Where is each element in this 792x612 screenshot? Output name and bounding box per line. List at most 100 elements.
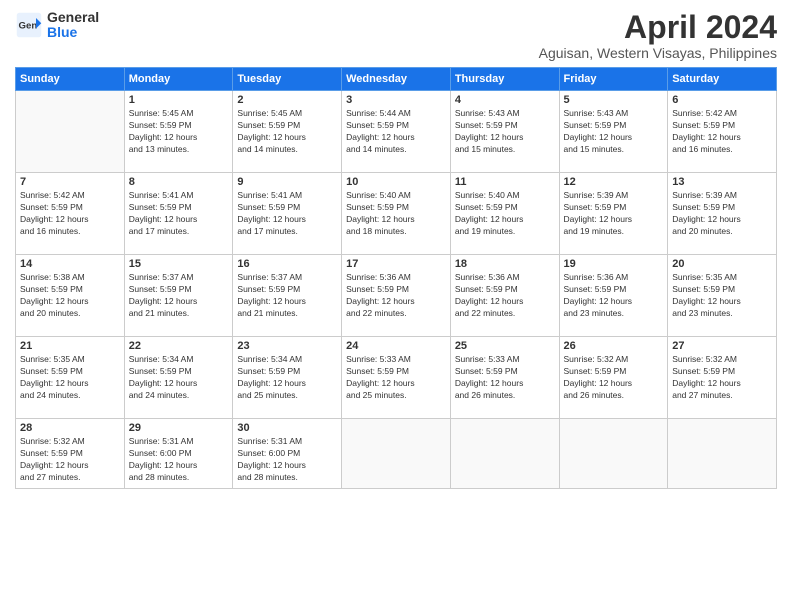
calendar-cell: 23 Sunrise: 5:34 AM Sunset: 5:59 PM Dayli… bbox=[233, 337, 342, 419]
day-number: 22 bbox=[129, 340, 229, 352]
day-number: 13 bbox=[672, 176, 772, 188]
logo-icon: Gen bbox=[15, 11, 43, 39]
header-row: Sunday Monday Tuesday Wednesday Thursday… bbox=[16, 68, 777, 91]
calendar-cell bbox=[450, 419, 559, 489]
day-info: Sunrise: 5:44 AM Sunset: 5:59 PM Dayligh… bbox=[346, 108, 446, 156]
calendar-cell: 19 Sunrise: 5:36 AM Sunset: 5:59 PM Dayli… bbox=[559, 255, 668, 337]
calendar-page: Gen General Blue April 2024 Aguisan, Wes… bbox=[0, 0, 792, 612]
day-number: 23 bbox=[237, 340, 337, 352]
day-number: 2 bbox=[237, 94, 337, 106]
day-number: 27 bbox=[672, 340, 772, 352]
day-info: Sunrise: 5:43 AM Sunset: 5:59 PM Dayligh… bbox=[564, 108, 664, 156]
calendar-cell: 21Sunrise: 5:35 AM Sunset: 5:59 PM Dayli… bbox=[16, 337, 125, 419]
col-tuesday: Tuesday bbox=[233, 68, 342, 91]
day-info: Sunrise: 5:36 AM Sunset: 5:59 PM Dayligh… bbox=[346, 272, 446, 320]
logo-general-text: General bbox=[47, 10, 99, 25]
day-number: 20 bbox=[672, 258, 772, 270]
day-info: Sunrise: 5:39 AM Sunset: 5:59 PM Dayligh… bbox=[672, 190, 772, 238]
month-title: April 2024 bbox=[539, 10, 777, 45]
calendar-cell: 17 Sunrise: 5:36 AM Sunset: 5:59 PM Dayli… bbox=[342, 255, 451, 337]
calendar-cell: 1Sunrise: 5:45 AM Sunset: 5:59 PM Daylig… bbox=[124, 91, 233, 173]
calendar-cell: 6 Sunrise: 5:42 AM Sunset: 5:59 PM Daylig… bbox=[668, 91, 777, 173]
day-info: Sunrise: 5:37 AM Sunset: 5:59 PM Dayligh… bbox=[237, 272, 337, 320]
day-number: 29 bbox=[129, 422, 229, 434]
col-monday: Monday bbox=[124, 68, 233, 91]
day-info: Sunrise: 5:43 AM Sunset: 5:59 PM Dayligh… bbox=[455, 108, 555, 156]
calendar-cell: 29 Sunrise: 5:31 AM Sunset: 6:00 PM Dayli… bbox=[124, 419, 233, 489]
day-info: Sunrise: 5:32 AM Sunset: 5:59 PM Dayligh… bbox=[672, 354, 772, 402]
calendar-cell: 5 Sunrise: 5:43 AM Sunset: 5:59 PM Daylig… bbox=[559, 91, 668, 173]
day-info: Sunrise: 5:31 AM Sunset: 6:00 PM Dayligh… bbox=[237, 436, 337, 484]
calendar-cell: 16 Sunrise: 5:37 AM Sunset: 5:59 PM Dayli… bbox=[233, 255, 342, 337]
calendar-cell: 2 Sunrise: 5:45 AM Sunset: 5:59 PM Daylig… bbox=[233, 91, 342, 173]
calendar-cell: 26 Sunrise: 5:32 AM Sunset: 5:59 PM Dayli… bbox=[559, 337, 668, 419]
day-info: Sunrise: 5:40 AM Sunset: 5:59 PM Dayligh… bbox=[346, 190, 446, 238]
day-number: 11 bbox=[455, 176, 555, 188]
day-number: 28 bbox=[20, 422, 120, 434]
col-sunday: Sunday bbox=[16, 68, 125, 91]
day-info: Sunrise: 5:45 AM Sunset: 5:59 PM Dayligh… bbox=[237, 108, 337, 156]
location-title: Aguisan, Western Visayas, Philippines bbox=[539, 45, 777, 61]
day-number: 21 bbox=[20, 340, 120, 352]
calendar-cell bbox=[559, 419, 668, 489]
calendar-week-4: 21Sunrise: 5:35 AM Sunset: 5:59 PM Dayli… bbox=[16, 337, 777, 419]
calendar-cell bbox=[16, 91, 125, 173]
day-info: Sunrise: 5:35 AM Sunset: 5:59 PM Dayligh… bbox=[672, 272, 772, 320]
day-number: 24 bbox=[346, 340, 446, 352]
calendar-cell: 18 Sunrise: 5:36 AM Sunset: 5:59 PM Dayli… bbox=[450, 255, 559, 337]
logo-text: General Blue bbox=[47, 10, 99, 41]
day-number: 30 bbox=[237, 422, 337, 434]
day-number: 19 bbox=[564, 258, 664, 270]
day-number: 26 bbox=[564, 340, 664, 352]
day-info: Sunrise: 5:34 AM Sunset: 5:59 PM Dayligh… bbox=[129, 354, 229, 402]
calendar-cell bbox=[668, 419, 777, 489]
day-info: Sunrise: 5:33 AM Sunset: 5:59 PM Dayligh… bbox=[346, 354, 446, 402]
day-info: Sunrise: 5:31 AM Sunset: 6:00 PM Dayligh… bbox=[129, 436, 229, 484]
calendar-cell: 8Sunrise: 5:41 AM Sunset: 5:59 PM Daylig… bbox=[124, 173, 233, 255]
day-number: 18 bbox=[455, 258, 555, 270]
day-info: Sunrise: 5:36 AM Sunset: 5:59 PM Dayligh… bbox=[455, 272, 555, 320]
day-info: Sunrise: 5:32 AM Sunset: 5:59 PM Dayligh… bbox=[564, 354, 664, 402]
day-info: Sunrise: 5:34 AM Sunset: 5:59 PM Dayligh… bbox=[237, 354, 337, 402]
day-number: 1 bbox=[129, 94, 229, 106]
calendar-cell: 13 Sunrise: 5:39 AM Sunset: 5:59 PM Dayli… bbox=[668, 173, 777, 255]
calendar-cell: 30 Sunrise: 5:31 AM Sunset: 6:00 PM Dayli… bbox=[233, 419, 342, 489]
calendar-week-5: 28 Sunrise: 5:32 AM Sunset: 5:59 PM Dayli… bbox=[16, 419, 777, 489]
day-info: Sunrise: 5:42 AM Sunset: 5:59 PM Dayligh… bbox=[672, 108, 772, 156]
calendar-week-2: 7Sunrise: 5:42 AM Sunset: 5:59 PM Daylig… bbox=[16, 173, 777, 255]
day-number: 17 bbox=[346, 258, 446, 270]
calendar-cell: 11 Sunrise: 5:40 AM Sunset: 5:59 PM Dayli… bbox=[450, 173, 559, 255]
day-info: Sunrise: 5:39 AM Sunset: 5:59 PM Dayligh… bbox=[564, 190, 664, 238]
day-info: Sunrise: 5:41 AM Sunset: 5:59 PM Dayligh… bbox=[237, 190, 337, 238]
calendar-week-1: 1 Sunrise: 5:45 AM Sunset: 5:59 PM Daylig… bbox=[16, 91, 777, 173]
day-number: 10 bbox=[346, 176, 446, 188]
day-number: 9 bbox=[237, 176, 337, 188]
day-number: 14 bbox=[20, 258, 120, 270]
calendar-cell bbox=[342, 419, 451, 489]
calendar-cell: 3Sunrise: 5:44 AM Sunset: 5:59 PM Daylig… bbox=[342, 91, 451, 173]
day-number: 5 bbox=[564, 94, 664, 106]
day-number: 7 bbox=[20, 176, 120, 188]
col-wednesday: Wednesday bbox=[342, 68, 451, 91]
calendar-cell: 20 Sunrise: 5:35 AM Sunset: 5:59 PM Dayli… bbox=[668, 255, 777, 337]
col-thursday: Thursday bbox=[450, 68, 559, 91]
calendar-table: Sunday Monday Tuesday Wednesday Thursday… bbox=[15, 67, 777, 489]
logo: Gen General Blue bbox=[15, 10, 99, 41]
day-number: 4 bbox=[455, 94, 555, 106]
svg-text:Gen: Gen bbox=[19, 21, 38, 32]
calendar-cell: 28 Sunrise: 5:32 AM Sunset: 5:59 PM Dayli… bbox=[16, 419, 125, 489]
day-info: Sunrise: 5:36 AM Sunset: 5:59 PM Dayligh… bbox=[564, 272, 664, 320]
day-info: Sunrise: 5:40 AM Sunset: 5:59 PM Dayligh… bbox=[455, 190, 555, 238]
calendar-cell: 25 Sunrise: 5:33 AM Sunset: 5:59 PM Dayli… bbox=[450, 337, 559, 419]
calendar-cell: 14 Sunrise: 5:38 AM Sunset: 5:59 PM Dayli… bbox=[16, 255, 125, 337]
day-number: 16 bbox=[237, 258, 337, 270]
day-info: Sunrise: 5:38 AM Sunset: 5:59 PM Dayligh… bbox=[20, 272, 120, 320]
day-info: Sunrise: 5:37 AM Sunset: 5:59 PM Dayligh… bbox=[129, 272, 229, 320]
day-number: 15 bbox=[129, 258, 229, 270]
calendar-cell: 10 Sunrise: 5:40 AM Sunset: 5:59 PM Dayli… bbox=[342, 173, 451, 255]
day-info: Sunrise: 5:32 AM Sunset: 5:59 PM Dayligh… bbox=[20, 436, 120, 484]
calendar-cell: 22 Sunrise: 5:34 AM Sunset: 5:59 PM Dayli… bbox=[124, 337, 233, 419]
day-number: 6 bbox=[672, 94, 772, 106]
day-info: Sunrise: 5:33 AM Sunset: 5:59 PM Dayligh… bbox=[455, 354, 555, 402]
day-number: 25 bbox=[455, 340, 555, 352]
